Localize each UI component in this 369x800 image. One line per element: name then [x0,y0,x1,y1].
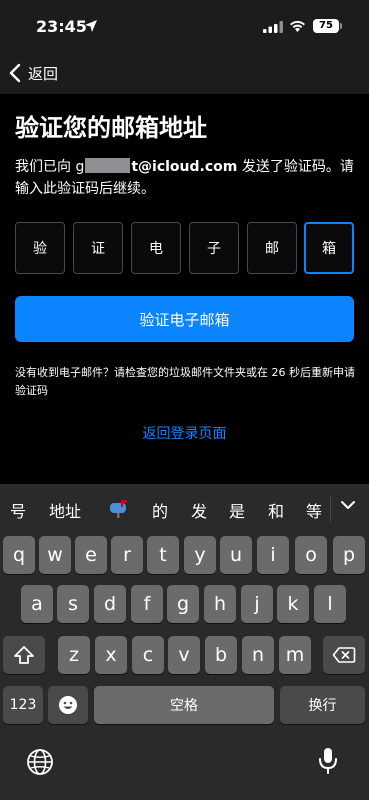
desc-email-suffix: t@icloud.com [131,159,238,175]
emoji-key[interactable] [48,686,88,724]
microphone-icon[interactable] [318,746,338,776]
back-button[interactable]: 返回 [8,60,58,86]
shift-key[interactable] [3,636,45,674]
key-r[interactable]: r [111,536,143,574]
key-g[interactable]: g [167,585,199,623]
mailbox-emoji-icon[interactable] [108,498,130,518]
candidate-7[interactable]: 等 [306,498,322,522]
key-z[interactable]: z [58,636,90,674]
location-arrow-icon [85,20,97,32]
return-to-login-link[interactable]: 返回登录页面 [0,423,369,443]
key-n[interactable]: n [242,636,274,674]
candidate-bar: 号 地址 的 发 是 和 等 [0,484,369,532]
key-d[interactable]: d [94,585,126,623]
nav-bar: 返回 [0,52,369,94]
wifi-icon [290,20,305,32]
globe-icon[interactable] [26,748,54,776]
key-x[interactable]: x [95,636,127,674]
return-key[interactable]: 换行 [280,686,365,724]
space-key[interactable]: 空格 [94,686,274,724]
key-t[interactable]: t [147,536,179,574]
keyboard: 号 地址 的 发 是 和 等 q w e r t y u i o p a s d… [0,484,369,800]
key-f[interactable]: f [131,585,163,623]
key-b[interactable]: b [205,636,237,674]
chevron-left-icon [9,63,21,83]
emoji-icon [59,696,77,714]
key-m[interactable]: m [279,636,311,674]
code-box-6[interactable]: 箱 [304,222,354,274]
key-s[interactable]: s [57,585,89,623]
candidate-1[interactable]: 号 [10,498,26,522]
status-bar: 23:45 75 [0,0,369,52]
back-label: 返回 [28,64,59,83]
candidate-5[interactable]: 是 [229,498,245,522]
shift-icon [14,646,34,664]
key-i[interactable]: i [257,536,289,574]
key-e[interactable]: e [75,536,107,574]
key-j[interactable]: j [241,585,273,623]
description: 我们已向 g t@icloud.com 发送了验证码。请输入此验证码后继续。 [15,156,357,200]
key-c[interactable]: c [132,636,164,674]
code-box-2[interactable]: 证 [73,222,123,274]
key-w[interactable]: w [39,536,71,574]
key-l[interactable]: l [314,585,346,623]
candidate-4[interactable]: 发 [191,498,207,522]
desc-prefix: 我们已向 g [15,159,85,175]
key-y[interactable]: y [184,536,216,574]
code-box-3[interactable]: 电 [131,222,181,274]
delete-icon [332,647,356,663]
key-q[interactable]: q [3,536,35,574]
verification-code-input[interactable]: 验 证 电 子 邮 箱 [15,222,354,274]
resend-hint: 没有收到电子邮件？请检查您的垃圾邮件文件夹或在 26 秒后重新申请验证码 [15,366,355,397]
key-h[interactable]: h [204,585,236,623]
code-box-5[interactable]: 邮 [247,222,297,274]
key-k[interactable]: k [277,585,309,623]
code-box-1[interactable]: 验 [15,222,65,274]
key-a[interactable]: a [21,585,53,623]
candidate-6[interactable]: 和 [268,498,284,522]
candidate-divider [330,496,331,522]
key-p[interactable]: p [333,536,365,574]
candidate-2[interactable]: 地址 [49,498,81,522]
battery-icon: 75 [313,19,342,33]
code-box-4[interactable]: 子 [189,222,239,274]
key-o[interactable]: o [295,536,327,574]
chevron-down-icon[interactable] [340,498,356,512]
email-redaction [85,158,131,173]
status-time: 23:45 [36,17,87,36]
key-v[interactable]: v [168,636,200,674]
key-u[interactable]: u [220,536,252,574]
delete-key[interactable] [323,636,365,674]
candidate-3[interactable]: 的 [152,498,168,522]
numbers-key[interactable]: 123 [3,686,43,724]
page-title: 验证您的邮箱地址 [15,114,207,142]
signal-icon [263,21,283,33]
verify-email-button[interactable]: 验证电子邮箱 [15,296,354,342]
